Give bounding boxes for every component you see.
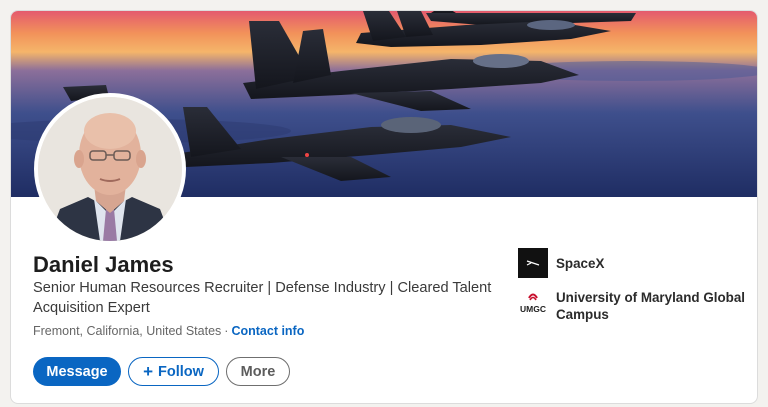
org-item-umgc[interactable]: UMGC University of Maryland Global Campu…	[518, 288, 748, 323]
profile-name: Daniel James	[33, 252, 174, 277]
profile-card: Daniel James Senior Human Resources Recr…	[10, 10, 758, 404]
umgc-logo-text: UMGC	[520, 304, 546, 314]
location-separator: ·	[224, 324, 229, 338]
contact-info-link[interactable]: Contact info	[231, 324, 304, 338]
more-button[interactable]: More	[226, 357, 290, 386]
spacex-logo-icon	[518, 248, 548, 278]
plus-icon: +	[143, 362, 153, 381]
org-item-spacex[interactable]: SpaceX	[518, 248, 748, 278]
message-button[interactable]: Message	[33, 357, 121, 386]
follow-button[interactable]: + Follow	[128, 357, 219, 386]
message-button-label: Message	[46, 363, 108, 380]
org-name-umgc: University of Maryland Global Campus	[556, 290, 745, 322]
follow-button-label: Follow	[158, 363, 204, 380]
profile-actions: Message + Follow More	[33, 357, 290, 386]
profile-headline: Senior Human Resources Recruiter | Defen…	[33, 280, 492, 316]
profile-organizations: SpaceX UMGC University of Maryland Globa…	[518, 248, 748, 323]
profile-location: Fremont, California, United States	[33, 324, 222, 338]
org-name-spacex: SpaceX	[556, 256, 605, 271]
profile-location-row: Fremont, California, United States · Conta…	[33, 323, 304, 339]
profile-photo[interactable]	[34, 93, 186, 245]
umgc-logo-icon: UMGC	[518, 288, 548, 318]
more-button-label: More	[240, 363, 276, 380]
profile-photo-icon	[38, 97, 182, 241]
